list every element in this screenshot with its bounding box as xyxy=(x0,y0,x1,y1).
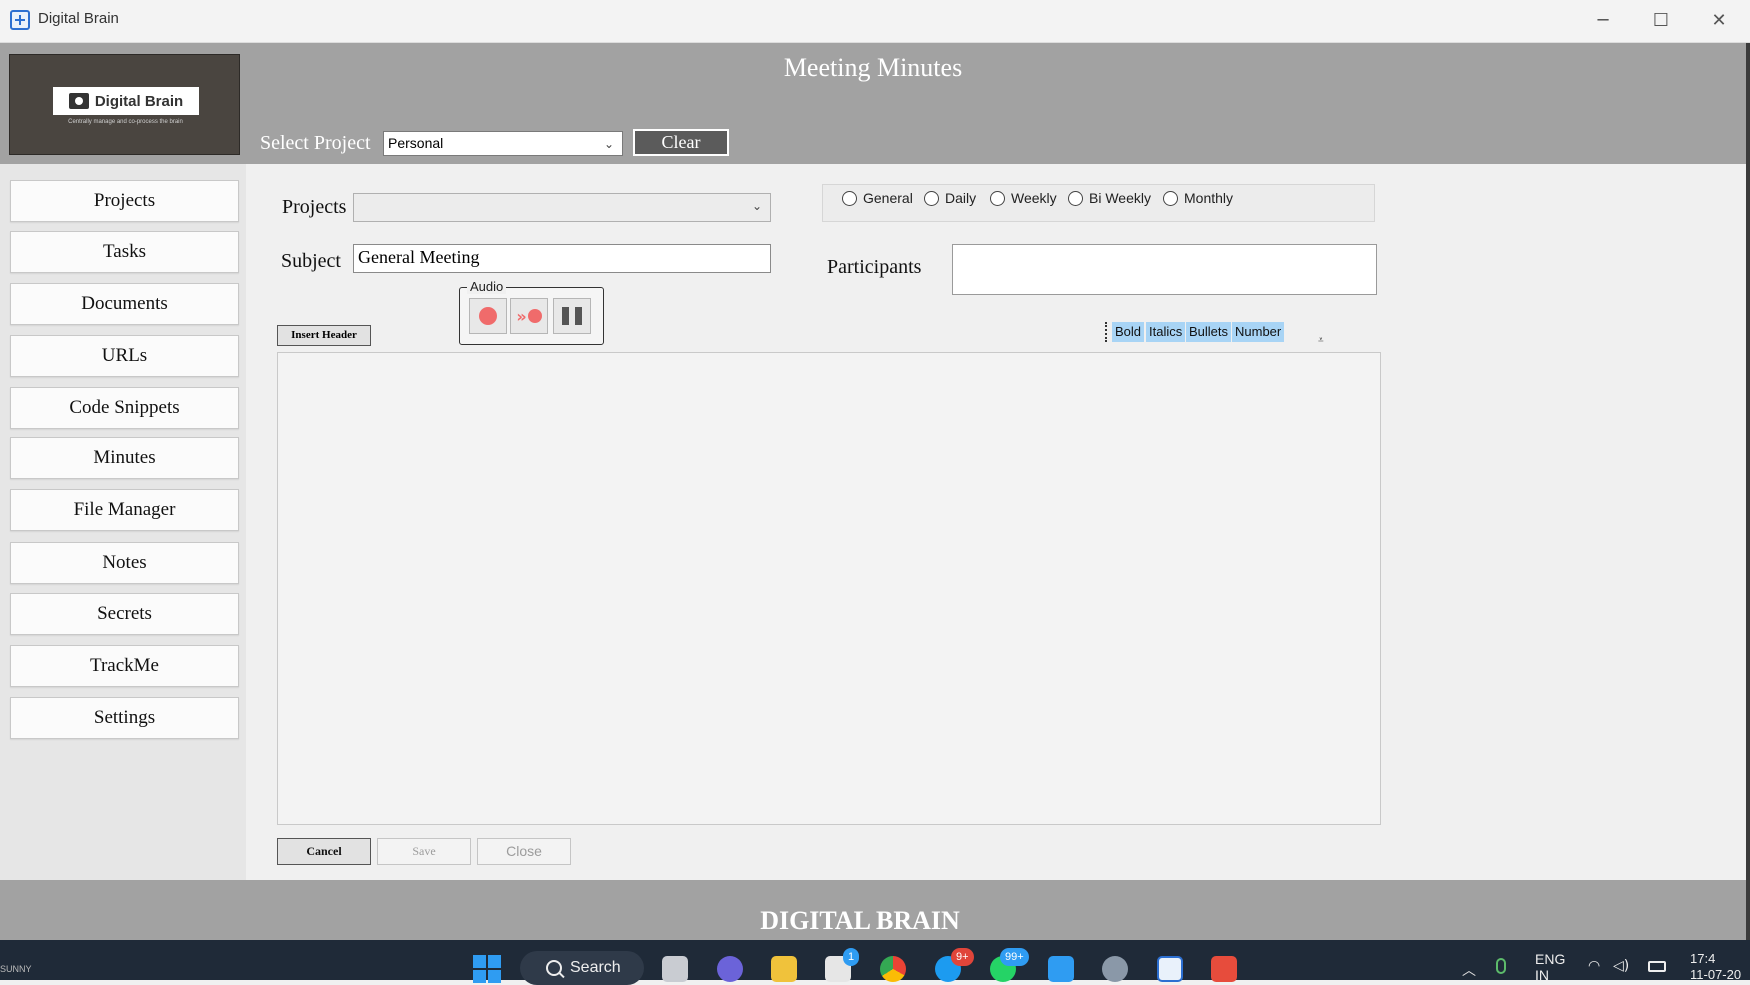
skype-badge: 9+ xyxy=(951,948,974,966)
sidebar-item-tasks[interactable]: Tasks xyxy=(10,231,239,273)
tray-overflow-icon[interactable]: ︿ xyxy=(1462,960,1476,980)
volume-icon[interactable]: ◁) xyxy=(1613,958,1629,974)
sidebar-item-urls[interactable]: URLs xyxy=(10,335,239,377)
radio-daily[interactable]: Daily xyxy=(924,190,976,206)
lang-line2: IN xyxy=(1535,967,1549,983)
subject-label: Subject xyxy=(281,250,341,272)
sidebar-item-code-snippets[interactable]: Code Snippets xyxy=(10,387,239,429)
toolbar-overflow-icon[interactable]: ⩡ xyxy=(1318,335,1324,346)
taskbar-search-label: Search xyxy=(570,959,621,976)
radio-general[interactable]: General xyxy=(842,190,913,206)
chevron-down-icon: ⌄ xyxy=(751,199,762,213)
pause-icon xyxy=(562,307,582,325)
radio-label: General xyxy=(863,190,913,206)
teams-icon[interactable] xyxy=(717,956,743,982)
select-project-label: Select Project xyxy=(260,132,371,154)
sidebar-item-notes[interactable]: Notes xyxy=(10,542,239,584)
chrome-icon[interactable] xyxy=(880,956,906,982)
italics-button[interactable]: Italics xyxy=(1146,322,1186,342)
taskbar xyxy=(0,940,1750,980)
number-button[interactable]: Number xyxy=(1232,322,1285,342)
task-view-icon[interactable] xyxy=(662,956,688,982)
projects-dropdown[interactable]: ⌄ xyxy=(353,193,771,222)
radio-circle-icon xyxy=(1068,190,1083,206)
close-icon[interactable]: ✕ xyxy=(1691,4,1747,36)
skip-record-button[interactable]: » xyxy=(510,298,548,334)
participants-input[interactable] xyxy=(952,244,1377,295)
sidebar-item-settings[interactable]: Settings xyxy=(10,697,239,739)
clock-time: 17:4 xyxy=(1690,951,1716,966)
chevron-down-icon: ⌄ xyxy=(603,137,614,151)
subject-input[interactable]: General Meeting xyxy=(353,244,771,273)
bold-button[interactable]: Bold xyxy=(1112,322,1145,342)
radio-circle-icon xyxy=(924,190,939,206)
toolbar-grip[interactable] xyxy=(1105,322,1108,342)
cancel-button[interactable]: Cancel xyxy=(277,838,371,865)
logo-tagline: Centrally manage and co-process the brai… xyxy=(68,119,183,125)
select-project-dropdown[interactable]: Personal ⌄ xyxy=(383,131,623,156)
radio-label: Monthly xyxy=(1184,190,1234,206)
skip-record-icon: » xyxy=(516,307,542,326)
logo-badge: Digital Brain xyxy=(53,87,199,115)
participants-label: Participants xyxy=(827,256,922,278)
save-button[interactable]: Save xyxy=(377,838,471,865)
record-icon xyxy=(479,307,497,325)
sidebar-item-secrets[interactable]: Secrets xyxy=(10,593,239,635)
radio-circle-icon xyxy=(842,190,857,206)
radio-circle-icon xyxy=(1163,190,1178,206)
radio-label: Bi Weekly xyxy=(1089,190,1151,206)
minutes-editor[interactable] xyxy=(277,352,1381,825)
brain-box-icon xyxy=(68,93,89,109)
clear-button[interactable]: Clear xyxy=(633,129,729,156)
lang-line1: ENG xyxy=(1535,951,1566,967)
radio-label: Weekly xyxy=(1011,190,1057,206)
store-badge: 1 xyxy=(843,948,860,966)
digital-brain-taskbar-icon[interactable] xyxy=(1157,956,1183,982)
radio-circle-icon xyxy=(990,190,1005,206)
sidebar-item-minutes[interactable]: Minutes xyxy=(10,437,239,479)
radio-monthly[interactable]: Monthly xyxy=(1163,190,1233,206)
minimize-icon[interactable]: ─ xyxy=(1575,4,1631,36)
sidebar-item-documents[interactable]: Documents xyxy=(10,283,239,325)
sidebar-item-file-manager[interactable]: File Manager xyxy=(10,489,239,531)
close-button[interactable]: Close xyxy=(477,838,571,865)
title-bar xyxy=(0,0,1750,43)
projects-label: Projects xyxy=(282,196,347,218)
windows-start-icon[interactable] xyxy=(473,955,501,983)
window-title: Digital Brain xyxy=(38,10,119,27)
user-hint: SUNNY xyxy=(0,964,32,974)
window-edge xyxy=(1746,43,1750,940)
battery-icon[interactable] xyxy=(1648,961,1666,972)
radio-weekly[interactable]: Weekly xyxy=(990,190,1057,206)
notepad-icon[interactable] xyxy=(1048,956,1074,982)
settings-gear-icon[interactable] xyxy=(1102,956,1128,982)
microphone-icon[interactable] xyxy=(1496,958,1506,974)
record-button[interactable] xyxy=(469,298,507,334)
page-title: Meeting Minutes xyxy=(783,53,963,82)
app-icon xyxy=(10,10,30,30)
whatsapp-badge: 99+ xyxy=(1000,948,1029,966)
clock[interactable]: 17:4 11-07-20 xyxy=(1690,951,1741,983)
logo-text: Digital Brain xyxy=(94,92,184,110)
footer-brand: DIGITAL BRAIN xyxy=(760,906,960,935)
pause-button[interactable] xyxy=(553,298,591,334)
audio-label: Audio xyxy=(467,279,507,294)
select-project-value: Personal xyxy=(388,135,444,151)
wifi-icon[interactable]: ◠ xyxy=(1588,958,1600,974)
radio-label: Daily xyxy=(945,190,977,206)
logo: Digital Brain Centrally manage and co-pr… xyxy=(9,54,240,155)
sidebar-item-trackme[interactable]: TrackMe xyxy=(10,645,239,687)
snipping-tool-icon[interactable] xyxy=(1211,956,1237,982)
search-icon xyxy=(546,960,562,976)
clock-date: 11-07-20 xyxy=(1690,967,1742,982)
sidebar-item-projects[interactable]: Projects xyxy=(10,180,239,222)
maximize-icon[interactable]: ☐ xyxy=(1633,4,1689,36)
insert-header-button[interactable]: Insert Header xyxy=(277,325,371,346)
radio-bi-weekly[interactable]: Bi Weekly xyxy=(1068,190,1151,206)
bullets-button[interactable]: Bullets xyxy=(1186,322,1232,342)
file-explorer-icon[interactable] xyxy=(771,956,797,982)
language-indicator[interactable]: ENG IN xyxy=(1535,951,1565,983)
